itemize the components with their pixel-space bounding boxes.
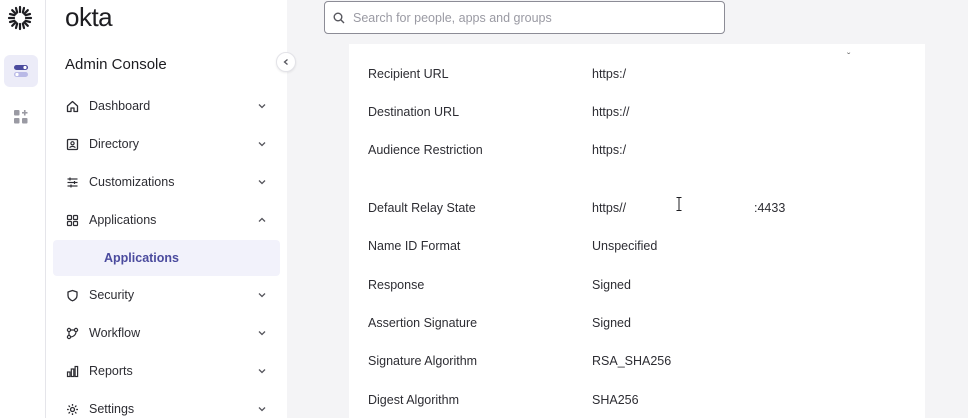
sidebar: okta Admin Console Dashboard Directory C… [47,0,287,418]
admin-toggle-button[interactable] [4,55,38,87]
sidebar-item-label: Settings [89,402,135,416]
chevron-up-icon [258,217,266,222]
directory-icon [65,137,79,151]
sidebar-item-label: Workflow [89,326,141,340]
field-label: Recipient URL [368,67,449,81]
text-fragment: ˬ [847,44,851,55]
gear-icon [65,402,79,416]
text-cursor-icon [676,197,682,211]
workflow-icon [65,326,79,340]
sidebar-item-reports[interactable]: Reports [65,357,267,385]
field-label: Assertion Signature [368,316,478,330]
sidebar-item-applications[interactable]: Applications [65,206,267,234]
sidebar-item-directory[interactable]: Directory [65,130,267,158]
chevron-down-icon [258,331,266,336]
chevron-left-icon [283,59,288,65]
field-label: Signature Algorithm [368,354,478,368]
main-content: ˬ Recipient URL https:/ Destination URL … [287,0,968,418]
sidebar-item-security[interactable]: Security [65,281,267,309]
search-input[interactable] [353,10,693,25]
add-apps-button[interactable] [4,101,38,133]
field-value: SHA256 [592,393,639,407]
field-value: RSA_SHA256 [592,354,672,368]
sidebar-item-settings[interactable]: Settings [65,395,267,418]
apps-plus-icon [14,110,28,124]
field-label: Response [368,278,425,292]
chevron-down-icon [258,369,266,374]
field-value: Signed [592,278,631,292]
top-bar [287,0,968,42]
apps-grid-icon [65,213,79,227]
field-value: https:/ [592,143,627,157]
sidebar-item-label: Reports [89,364,133,378]
sidebar-item-label: Directory [89,137,140,151]
sidebar-item-label: Security [89,288,135,302]
sidebar-item-label: Applications [89,213,157,227]
search-icon [333,12,345,23]
saml-settings-card: ˬ Recipient URL https:/ Destination URL … [349,44,925,418]
app-rail [0,0,46,418]
search-box[interactable] [324,1,725,34]
okta-wordmark: okta [65,2,113,32]
chevron-down-icon [258,180,266,185]
chevron-down-icon [258,293,266,298]
field-label: Destination URL [368,105,460,119]
chevron-down-icon [258,142,266,147]
field-label: Default Relay State [368,201,476,215]
field-value: Signed [592,316,631,330]
okta-logo-icon[interactable] [7,5,33,31]
field-value-port: :4433 [754,201,786,215]
chevron-down-icon [258,104,266,109]
chart-icon [65,364,79,378]
field-value: https// [592,201,627,215]
console-title: Admin Console [65,56,167,73]
field-label: Digest Algorithm [368,393,460,407]
sliders-icon [65,175,79,189]
home-icon [65,99,79,113]
sidebar-subitem-applications[interactable]: Applications [53,240,280,276]
sidebar-item-dashboard[interactable]: Dashboard [65,92,267,120]
shield-icon [65,288,79,302]
field-label: Name ID Format [368,239,461,253]
sidebar-item-customizations[interactable]: Customizations [65,168,267,196]
collapse-sidebar-button[interactable] [276,52,296,72]
field-label: Audience Restriction [368,143,483,157]
redaction-mask [573,44,725,64]
sidebar-item-workflow[interactable]: Workflow [65,319,267,347]
field-value: https:/ [592,67,627,81]
sidebar-item-label: Dashboard [89,99,151,113]
chevron-down-icon [258,407,266,412]
field-value: Unspecified [592,239,658,253]
field-value: https:// [592,105,630,119]
sidebar-item-label: Customizations [89,175,175,189]
toggle-icon [14,65,28,77]
